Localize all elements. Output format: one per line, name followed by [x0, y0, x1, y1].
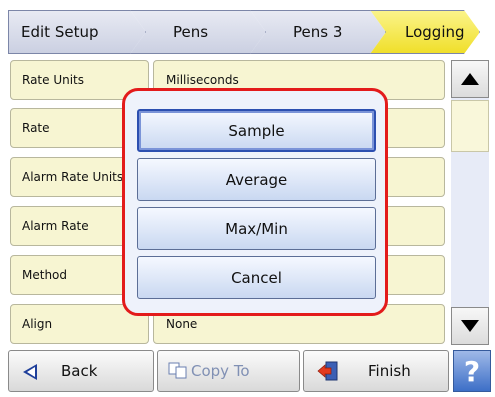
tab-edit-setup[interactable]: Edit Setup	[8, 10, 146, 54]
tab-edit-setup-label: Edit Setup	[21, 23, 99, 41]
tab-pens-label: Pens	[173, 23, 209, 41]
finish-label: Finish	[368, 362, 411, 380]
option-max-min-button[interactable]: Max/Min	[137, 207, 376, 250]
tab-pens-3-label: Pens 3	[293, 23, 343, 41]
cancel-button[interactable]: Cancel	[137, 256, 376, 299]
breadcrumb: Edit Setup Pens Pens 3 Logging	[8, 10, 480, 54]
option-average-button[interactable]: Average	[137, 158, 376, 201]
scroll-down-button[interactable]	[451, 307, 489, 345]
tab-pens[interactable]: Pens	[130, 10, 266, 54]
copy-to-label: Copy To	[191, 362, 250, 380]
tab-pens-3[interactable]: Pens 3	[250, 10, 386, 54]
arrow-left-icon	[23, 364, 37, 380]
copy-icon	[168, 362, 187, 379]
arrow-down-icon	[461, 320, 479, 332]
scroll-thumb[interactable]	[451, 100, 489, 152]
help-button[interactable]: ?	[453, 350, 491, 392]
arrow-up-icon	[461, 73, 479, 85]
back-button[interactable]: Back	[8, 350, 154, 392]
tab-logging[interactable]: Logging	[370, 10, 480, 54]
scroll-up-button[interactable]	[451, 60, 489, 98]
back-label: Back	[61, 362, 98, 380]
finish-button[interactable]: Finish	[303, 350, 449, 392]
copy-to-button[interactable]: Copy To	[157, 350, 300, 392]
tab-logging-label: Logging	[405, 23, 465, 41]
exit-door-icon	[317, 361, 338, 381]
option-sample-button[interactable]: Sample	[137, 109, 376, 152]
